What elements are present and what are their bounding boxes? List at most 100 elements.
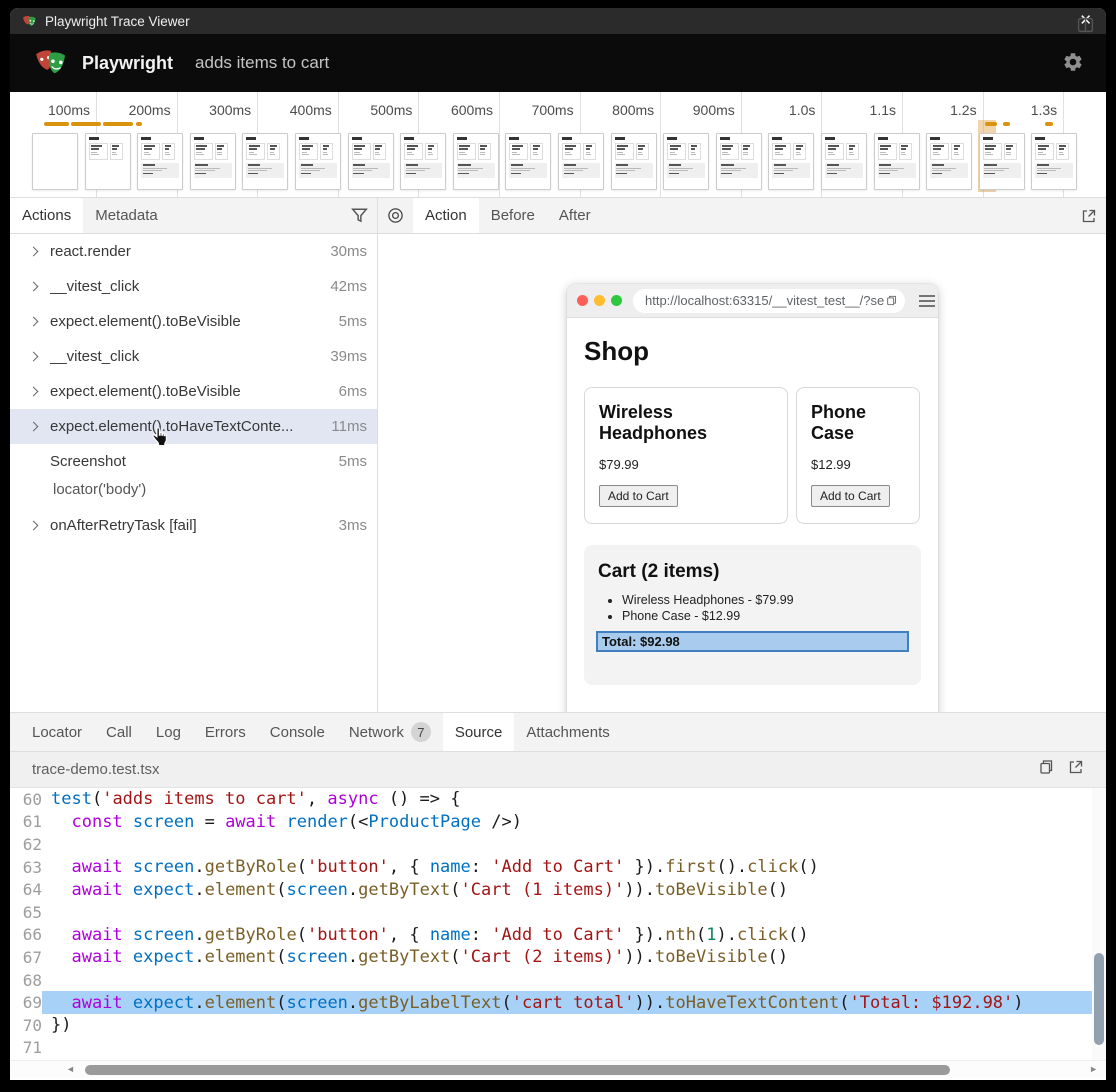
- menu-icon[interactable]: [919, 295, 935, 307]
- vertical-scrollbar-thumb[interactable]: [1094, 953, 1104, 1045]
- timeline-thumbnail[interactable]: [663, 133, 709, 190]
- title-bar: Playwright Trace Viewer ✕: [10, 8, 1106, 34]
- action-row[interactable]: __vitest_click39ms: [10, 339, 377, 374]
- action-item[interactable]: expect.element().toBeVisible5ms: [10, 304, 377, 339]
- tab-attachments[interactable]: Attachments: [514, 713, 621, 751]
- tab-actions[interactable]: Actions: [10, 198, 83, 233]
- copy-icon[interactable]: [1038, 759, 1054, 780]
- timeline-thumbnail[interactable]: [190, 133, 236, 190]
- timeline-thumbnail[interactable]: [716, 133, 762, 190]
- tab-locator[interactable]: Locator: [20, 713, 94, 751]
- tab-before[interactable]: Before: [479, 198, 547, 233]
- tab-label-call: Call: [106, 724, 132, 741]
- action-item[interactable]: expect.element().toBeVisible6ms: [10, 374, 377, 409]
- timeline-thumbnail[interactable]: [505, 133, 551, 190]
- tab-metadata[interactable]: Metadata: [83, 198, 170, 233]
- vertical-scrollbar[interactable]: ▲ ▼: [1092, 788, 1106, 1060]
- timeline-thumbnail[interactable]: [979, 133, 1025, 190]
- timeline-thumbnail[interactable]: [242, 133, 288, 190]
- timeline-strip[interactable]: 100ms200ms300ms400ms500ms600ms700ms800ms…: [10, 92, 1106, 198]
- action-list: react.render30ms__vitest_click42msexpect…: [10, 234, 377, 712]
- tab-call[interactable]: Call: [94, 713, 144, 751]
- tab-source[interactable]: Source: [443, 713, 515, 751]
- code-token: [123, 993, 133, 1013]
- action-row[interactable]: onAfterRetryTask [fail]3ms: [10, 508, 377, 543]
- copy-url-icon[interactable]: [885, 294, 897, 307]
- split-view-icon[interactable]: [1077, 17, 1094, 38]
- timeline-thumbnail[interactable]: [348, 133, 394, 190]
- timeline-thumbnail[interactable]: [453, 133, 499, 190]
- filter-icon[interactable]: [342, 198, 377, 233]
- action-row[interactable]: Screenshot5ms: [10, 444, 377, 479]
- code-token: }).: [624, 925, 665, 945]
- code-token: nth: [665, 925, 696, 945]
- action-row[interactable]: __vitest_click42ms: [10, 269, 377, 304]
- timeline-thumbnail[interactable]: [1031, 133, 1077, 190]
- code-line: 63 await screen.getByRole('button', { na…: [10, 856, 1092, 879]
- timeline-thumbnail[interactable]: [85, 133, 131, 190]
- action-item[interactable]: __vitest_click42ms: [10, 269, 377, 304]
- timeline-thumbnail[interactable]: [611, 133, 657, 190]
- horizontal-scrollbar-thumb[interactable]: [85, 1065, 950, 1075]
- code-token: .: [348, 993, 358, 1013]
- address-bar[interactable]: http://localhost:63315/__vitest_test__/?…: [633, 289, 905, 313]
- code-token: .: [194, 925, 204, 945]
- timeline-thumbnail[interactable]: [295, 133, 341, 190]
- timeline-thumbnail[interactable]: [926, 133, 972, 190]
- action-item[interactable]: __vitest_click39ms: [10, 339, 377, 374]
- code-token: const: [71, 812, 122, 832]
- source-file-header: trace-demo.test.tsx: [10, 752, 1106, 788]
- timeline-gridline: [660, 92, 661, 198]
- chevron-right-icon: [29, 422, 39, 432]
- main-panels: ActionsMetadata react.render30ms__vitest…: [10, 198, 1106, 712]
- playwright-masks-icon: [22, 14, 37, 29]
- code-text: await screen.getByRole('button', { name:…: [42, 856, 1092, 879]
- url-text: http://localhost:63315/__vitest_test__/?…: [645, 293, 885, 308]
- action-row[interactable]: expect.element().toBeVisible6ms: [10, 374, 377, 409]
- action-row[interactable]: expect.element().toBeVisible5ms: [10, 304, 377, 339]
- timeline-thumbnail[interactable]: [768, 133, 814, 190]
- code-token: (: [297, 925, 307, 945]
- code-token: .: [194, 993, 204, 1013]
- code-line: 68: [10, 969, 1092, 992]
- tab-after[interactable]: After: [547, 198, 603, 233]
- code-text: await expect.element(screen.getByLabelTe…: [42, 991, 1092, 1014]
- add-to-cart-button[interactable]: Add to Cart: [811, 485, 890, 507]
- timeline-thumbnail[interactable]: [558, 133, 604, 190]
- timeline-thumbnail[interactable]: [400, 133, 446, 190]
- tab-log[interactable]: Log: [144, 713, 193, 751]
- code-token: toHaveTextContent: [665, 993, 839, 1013]
- tab-errors[interactable]: Errors: [193, 713, 258, 751]
- timeline-thumbnail[interactable]: [32, 133, 78, 190]
- action-row[interactable]: react.render30ms: [10, 234, 377, 269]
- code-token: (: [276, 880, 286, 900]
- code-token: render: [287, 812, 348, 832]
- action-item[interactable]: Screenshot5mslocator('body'): [10, 444, 377, 508]
- line-number: 65: [10, 903, 42, 922]
- scroll-right-icon[interactable]: ►: [1089, 1064, 1098, 1074]
- scroll-left-icon[interactable]: ◄: [66, 1064, 75, 1074]
- horizontal-scrollbar[interactable]: ◄ ►: [10, 1060, 1106, 1078]
- code-token: [123, 880, 133, 900]
- action-item[interactable]: onAfterRetryTask [fail]3ms: [10, 508, 377, 543]
- external-link-icon[interactable]: [1068, 759, 1084, 780]
- tab-console[interactable]: Console: [258, 713, 337, 751]
- timeline-tick-label: 1.1s: [824, 102, 896, 118]
- timeline-thumbnail[interactable]: [821, 133, 867, 190]
- code-token: (): [768, 880, 788, 900]
- tab-network[interactable]: Network7: [337, 713, 443, 751]
- timeline-thumbnail[interactable]: [137, 133, 183, 190]
- external-link-icon[interactable]: [1072, 198, 1106, 233]
- add-to-cart-button[interactable]: Add to Cart: [599, 485, 678, 507]
- cart-title: Cart (2 items): [598, 561, 909, 583]
- code-token: toBeVisible: [655, 947, 768, 967]
- action-item[interactable]: react.render30ms: [10, 234, 377, 269]
- settings-gear-icon[interactable]: [1062, 51, 1084, 78]
- code-token: test: [51, 789, 92, 809]
- target-icon[interactable]: [378, 198, 413, 233]
- timeline-thumbnail[interactable]: [874, 133, 920, 190]
- action-row[interactable]: expect.element().toHaveTextConte...11ms: [10, 409, 377, 444]
- action-item[interactable]: expect.element().toHaveTextConte...11ms: [10, 409, 377, 444]
- cart-item: Phone Case - $12.99: [622, 609, 909, 623]
- tab-action[interactable]: Action: [413, 198, 479, 233]
